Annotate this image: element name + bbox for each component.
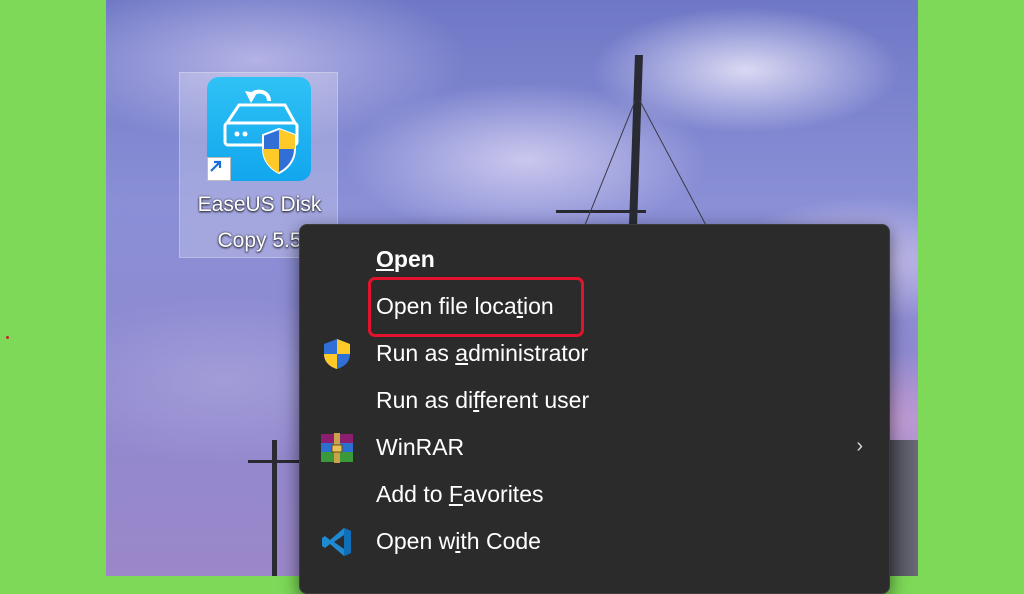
menu-item-run-as-different-user[interactable]: Run as different user bbox=[300, 377, 889, 424]
menu-item-label: Open file location bbox=[376, 293, 554, 319]
menu-item-label: Add to Favorites bbox=[376, 481, 544, 507]
antenna-mast bbox=[629, 55, 643, 225]
menu-item-open-file-location[interactable]: Open file location bbox=[300, 283, 889, 330]
lower-crossbar bbox=[248, 460, 300, 463]
menu-item-label: Run as different user bbox=[376, 387, 590, 413]
guy-wire bbox=[639, 100, 706, 225]
menu-item-label: Open bbox=[376, 246, 435, 272]
menu-item-label: WinRAR bbox=[376, 434, 465, 460]
desktop-icon-label-line1: EaseUS Disk bbox=[197, 193, 322, 216]
menu-item-open-with-code[interactable]: Open with Code bbox=[300, 518, 889, 565]
stray-dot bbox=[6, 336, 9, 339]
menu-item-label: Run as administrator bbox=[376, 340, 589, 366]
shortcut-arrow-icon bbox=[207, 157, 231, 181]
building bbox=[888, 440, 918, 576]
antenna-crossbar bbox=[556, 210, 646, 213]
menu-item-add-to-favorites[interactable]: Add to Favorites bbox=[300, 471, 889, 518]
menu-item-run-as-administrator[interactable]: Run as administrator bbox=[300, 330, 889, 377]
menu-item-winrar[interactable]: WinRAR › bbox=[300, 424, 889, 471]
context-menu: Open Open file location Run as administr… bbox=[299, 224, 890, 594]
winrar-icon bbox=[320, 432, 354, 464]
chevron-right-icon: › bbox=[856, 435, 863, 457]
easeus-disk-copy-app-icon bbox=[207, 77, 311, 181]
uac-shield-icon bbox=[320, 338, 354, 370]
vscode-icon bbox=[320, 526, 354, 558]
menu-item-label: Open with Code bbox=[376, 528, 541, 554]
menu-item-open[interactable]: Open bbox=[300, 236, 889, 283]
guy-wire bbox=[578, 99, 636, 240]
